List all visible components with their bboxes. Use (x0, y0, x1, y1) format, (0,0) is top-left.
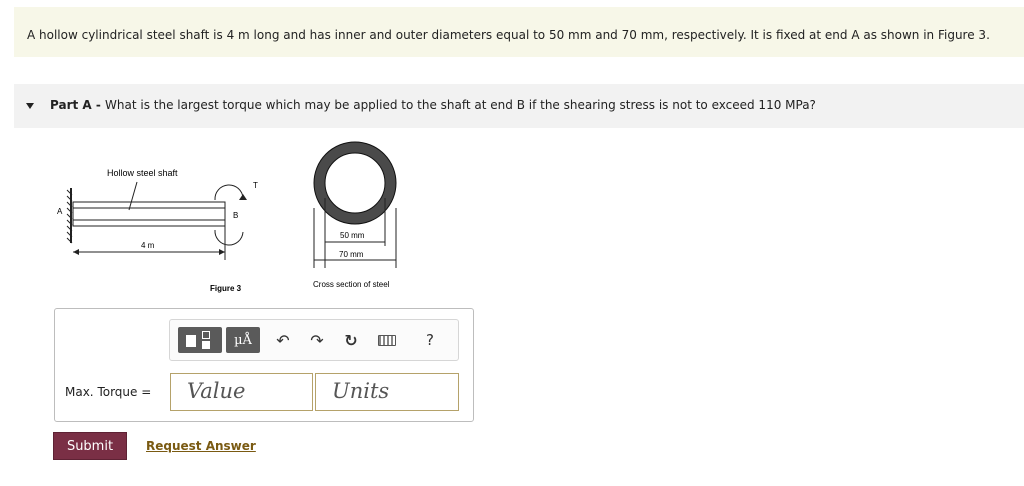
part-separator: - (91, 98, 106, 112)
units-button[interactable]: µÅ (226, 327, 260, 353)
part-a-header[interactable]: Part A - What is the largest torque whic… (14, 84, 1024, 128)
redo-icon[interactable]: ↷ (304, 327, 330, 353)
part-label: Part A (50, 98, 92, 112)
torque-label: T (253, 181, 258, 190)
torque-arrow-upper (214, 184, 244, 201)
figure-caption: Figure 3 (210, 284, 242, 293)
help-button[interactable]: ? (418, 327, 442, 353)
problem-statement: A hollow cylindrical steel shaft is 4 m … (14, 7, 1024, 57)
reset-icon[interactable]: ↻ (338, 327, 364, 353)
length-arrow-right (219, 249, 225, 255)
answer-panel: µÅ ↶ ↷ ↻ ? Max. Torque = Value Units (54, 308, 474, 422)
hollow-shaft (72, 201, 226, 227)
value-input[interactable]: Value (170, 373, 313, 411)
units-input[interactable]: Units (315, 373, 459, 411)
end-a-label: A (57, 207, 63, 216)
submit-button[interactable]: Submit (53, 432, 127, 460)
fixed-wall (66, 188, 73, 244)
undo-icon[interactable]: ↶ (270, 327, 296, 353)
template-icon (186, 331, 214, 349)
torque-arrow-head (239, 194, 247, 200)
math-toolbar: µÅ ↶ ↷ ↻ ? (169, 319, 459, 361)
request-answer-link[interactable]: Request Answer (146, 439, 256, 453)
template-button[interactable] (178, 327, 222, 353)
max-torque-label: Max. Torque = (65, 385, 152, 399)
length-label: 4 m (141, 241, 155, 250)
torque-arrow-lower (214, 229, 244, 246)
collapse-caret-icon[interactable] (26, 102, 34, 109)
part-question: What is the largest torque which may be … (105, 98, 816, 112)
figure-3: A Hollow steel shaft T B 4 m Figure 3 50… (57, 141, 397, 293)
outer-diameter-label: 70 mm (339, 250, 364, 259)
keyboard-icon[interactable] (372, 327, 402, 353)
inner-diameter-label: 50 mm (340, 231, 365, 240)
problem-text: A hollow cylindrical steel shaft is 4 m … (27, 28, 990, 42)
end-b-label: B (233, 211, 238, 220)
length-arrow-left (73, 249, 79, 255)
cross-section-caption: Cross section of steel (313, 280, 390, 289)
shaft-label: Hollow steel shaft (107, 168, 178, 178)
